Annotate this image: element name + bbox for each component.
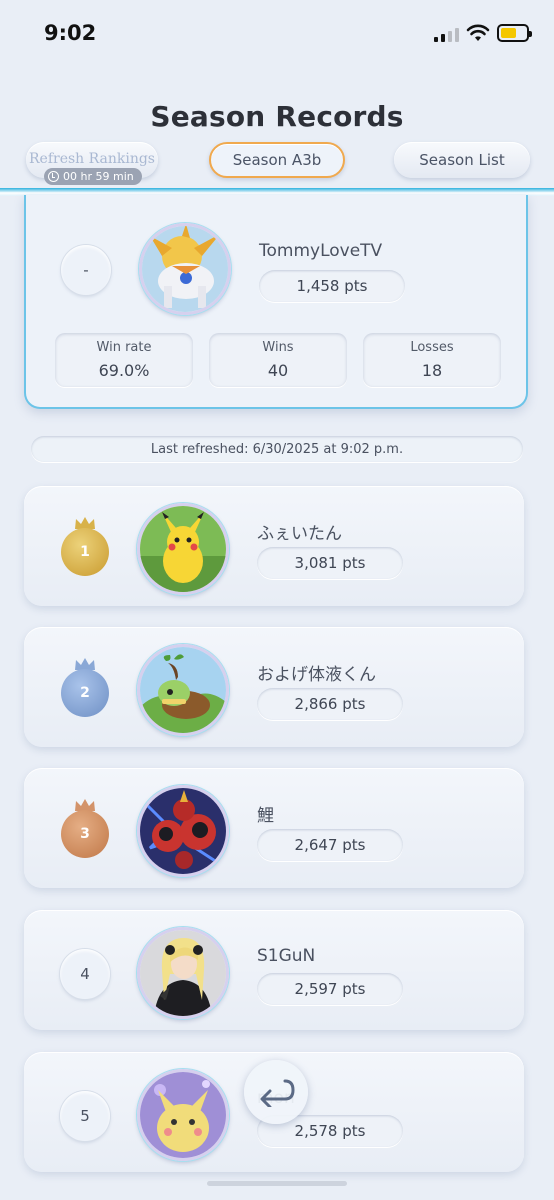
my-player-name: TommyLoveTV: [259, 241, 383, 261]
player-points-text: 3,081 pts: [294, 554, 366, 572]
return-arrow-icon: [260, 1079, 295, 1107]
losses-label: Losses: [410, 340, 454, 355]
solgaleo-avatar-icon: [142, 226, 228, 312]
player-name: 鯉: [257, 806, 274, 826]
losses-stat: Losses 18: [363, 333, 501, 387]
turtwig-avatar-icon: [140, 647, 226, 733]
player-points-text: 2,866 pts: [294, 695, 366, 713]
cynthia-avatar-icon: [140, 930, 226, 1016]
rank-badge: 5: [60, 1091, 110, 1141]
wins-value: 40: [267, 361, 289, 380]
home-indicator[interactable]: [207, 1181, 347, 1186]
status-time: 9:02: [44, 21, 97, 45]
my-avatar[interactable]: [139, 223, 231, 315]
my-record-card: - TommyLoveTV 1,458 pts Win rate 69.0% W…: [24, 195, 528, 409]
player-avatar[interactable]: [137, 785, 229, 877]
gold-medal-badge: 1: [61, 528, 109, 576]
ranking-row-4[interactable]: 4 S1GuN 2,597 pts: [24, 910, 524, 1030]
season-label: Season A3b: [232, 151, 322, 169]
refresh-timer: 00 hr 59 min: [44, 168, 142, 185]
clock-icon: [48, 171, 59, 182]
my-rank-badge: -: [61, 245, 111, 295]
rank-number: 2: [80, 685, 90, 701]
player-avatar[interactable]: [137, 644, 229, 736]
wifi-icon: [466, 24, 490, 41]
season-selector-button[interactable]: Season A3b: [209, 142, 345, 178]
wins-stat: Wins 40: [209, 333, 347, 387]
player-avatar[interactable]: [137, 1069, 229, 1161]
pikachu-avatar-icon: [140, 506, 226, 592]
refresh-timer-text: 00 hr 59 min: [63, 170, 134, 183]
rank-number: 4: [80, 965, 90, 983]
season-list-button[interactable]: Season List: [394, 142, 530, 178]
buzzwole-avatar-icon: [140, 788, 226, 874]
player-name: およげ体液くん: [257, 665, 376, 685]
win-rate-value: 69.0%: [98, 361, 150, 380]
season-list-label: Season List: [419, 151, 505, 169]
bronze-medal-badge: 3: [61, 810, 109, 858]
losses-value: 18: [421, 361, 443, 380]
wins-label: Wins: [262, 340, 294, 355]
player-name: ふぇいたん: [257, 524, 342, 544]
my-points: 1,458 pts: [259, 270, 405, 302]
player-points: 2,647 pts: [257, 829, 403, 861]
ranking-row-3[interactable]: 3 鯉 2,647 pts: [24, 768, 524, 888]
rank-badge: 4: [60, 949, 110, 999]
last-refreshed-bar: Last refreshed: 6/30/2025 at 9:02 p.m.: [31, 436, 523, 462]
rank-number: 5: [80, 1107, 90, 1125]
player-points-text: 2,647 pts: [294, 836, 366, 854]
win-rate-label: Win rate: [96, 340, 152, 355]
silver-medal-badge: 2: [61, 669, 109, 717]
ranking-row-2[interactable]: 2 およげ体液くん 2,866 pts: [24, 627, 524, 747]
page-title: Season Records: [150, 100, 404, 133]
battery-icon: [497, 24, 532, 42]
status-bar: 9:02: [0, 0, 554, 70]
back-button[interactable]: [244, 1060, 308, 1124]
my-rank-text: -: [83, 261, 89, 279]
cellular-signal-icon: [434, 26, 459, 42]
player-points-text: 2,597 pts: [294, 980, 366, 998]
player-name: S1GuN: [257, 946, 316, 966]
my-points-text: 1,458 pts: [296, 277, 368, 295]
player-avatar[interactable]: [137, 927, 229, 1019]
pikachu-avatar-icon: [140, 1072, 226, 1158]
player-avatar[interactable]: [137, 503, 229, 595]
last-refreshed-text: Last refreshed: 6/30/2025 at 9:02 p.m.: [150, 441, 404, 457]
ranking-row-1[interactable]: 1 ふぇいたん 3,081 pts: [24, 486, 524, 606]
player-points-text: 2,578 pts: [294, 1122, 366, 1140]
refresh-rankings-label: Refresh Rankings: [29, 151, 155, 167]
win-rate-stat: Win rate 69.0%: [55, 333, 193, 387]
rank-number: 1: [80, 544, 90, 560]
player-points: 3,081 pts: [257, 547, 403, 579]
player-points: 2,866 pts: [257, 688, 403, 720]
player-points: 2,597 pts: [257, 973, 403, 1005]
rank-number: 3: [80, 826, 90, 842]
